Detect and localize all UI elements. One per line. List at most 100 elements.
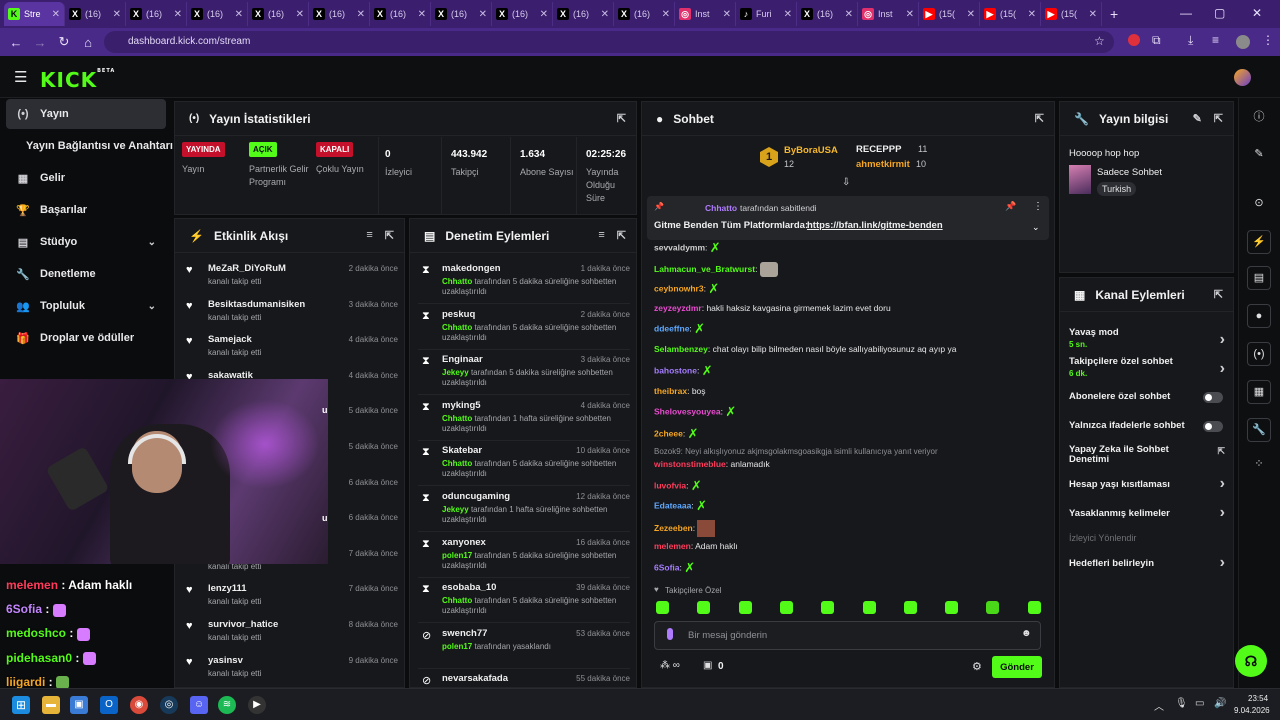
filter-icon[interactable]: ≡ — [366, 229, 372, 242]
chevron-down-icon[interactable]: ⌄ — [148, 301, 156, 312]
reload-icon[interactable]: ↻ — [52, 34, 76, 50]
url-input[interactable]: dashboard.kick.com/stream — [104, 31, 1114, 53]
browser-tab[interactable]: X (16) ✕ — [187, 2, 248, 26]
browser-tab[interactable]: ♪ Furi ✕ — [736, 2, 797, 26]
activity-user[interactable]: yasinsv — [208, 655, 243, 666]
quick-emote-icon[interactable] — [903, 601, 917, 614]
channel-action-row[interactable]: Yalnızca ifadelerle sohbet — [1069, 420, 1225, 432]
chat-username[interactable]: zeyzeyzdmr — [654, 303, 702, 313]
tray-mic-icon[interactable]: 🎙 — [1175, 698, 1188, 709]
send-button[interactable]: Gönder — [992, 656, 1042, 678]
browser-tab[interactable]: ▶ (15(✕ — [980, 2, 1041, 26]
store-icon[interactable]: ▣ — [70, 696, 88, 714]
close-tab-icon[interactable]: ✕ — [52, 9, 60, 20]
channel-action-row[interactable]: Abonelere özel sohbet — [1069, 391, 1225, 403]
sidebar-item[interactable]: 🔧 Denetleme — [6, 259, 166, 289]
pinned-link[interactable]: https://bfan.link/gitme-benden — [807, 220, 943, 231]
toggle-switch[interactable] — [1203, 392, 1223, 403]
moderator-name[interactable]: Chhatto — [442, 596, 472, 605]
chrome-icon[interactable]: ◉ — [130, 696, 148, 714]
close-tab-icon[interactable]: ✕ — [479, 9, 487, 20]
browser-tab[interactable]: K Stre ✕ — [4, 2, 65, 26]
unpin-icon[interactable]: 📌 — [1005, 201, 1016, 212]
new-tab-icon[interactable]: + — [1110, 6, 1118, 22]
info-icon[interactable]: ⓘ — [1247, 106, 1271, 130]
browser-menu-icon[interactable]: ⋮ — [1262, 33, 1274, 47]
media-player-icon[interactable]: ▶ — [248, 696, 266, 714]
puzzle-icon[interactable]: ⧉ — [1152, 33, 1161, 48]
close-tab-icon[interactable]: ✕ — [1028, 9, 1036, 20]
channel-action-row[interactable]: Takipçilere özel sohbet 6 dk. › — [1069, 356, 1225, 378]
close-tab-icon[interactable]: ✕ — [967, 9, 975, 20]
clock-date[interactable]: 9.04.2026 — [1234, 706, 1270, 715]
moderator-name[interactable]: polen17 — [442, 551, 472, 560]
star-icon[interactable]: ☆ — [1094, 34, 1105, 48]
close-tab-icon[interactable]: ✕ — [540, 9, 548, 20]
chat-username[interactable]: 6Sofia — [654, 562, 680, 572]
actions-rail-icon[interactable]: ▦ — [1247, 380, 1271, 404]
quick-emote-icon[interactable] — [697, 601, 711, 614]
chat-username[interactable]: ddeeffne — [654, 323, 689, 333]
moderated-user[interactable]: xanyonex — [442, 537, 486, 548]
windows-start-icon[interactable]: ⊞ — [12, 696, 30, 714]
pencil-icon[interactable]: ✎ — [1247, 143, 1271, 167]
activity-user[interactable]: survivor_hatice — [208, 619, 278, 630]
external-link-icon[interactable]: ⇱ — [1217, 446, 1225, 457]
browser-tab[interactable]: X (16) ✕ — [614, 2, 675, 26]
close-tab-icon[interactable]: ✕ — [845, 9, 853, 20]
sidebar-item[interactable]: (•) Yayın — [6, 99, 166, 129]
browser-tab[interactable]: ◎ Inst ✕ — [858, 2, 919, 26]
chat-username[interactable]: sevvaldymm — [654, 242, 705, 252]
kick-logo[interactable]: KICKBETA — [40, 68, 115, 92]
minimize-icon[interactable]: — — [1180, 6, 1192, 20]
moderated-user[interactable]: swench77 — [442, 628, 487, 639]
chat-username[interactable]: theibrax — [654, 386, 687, 396]
chat-input[interactable]: Bir mesaj gönderin ☻ — [654, 621, 1041, 650]
support-button[interactable]: ☊ — [1235, 645, 1267, 677]
close-tab-icon[interactable]: ✕ — [357, 9, 365, 20]
broadcast-rail-icon[interactable]: (•) — [1247, 342, 1271, 366]
edit-icon[interactable]: ✎ — [1193, 112, 1202, 125]
close-tab-icon[interactable]: ✕ — [418, 9, 426, 20]
quick-emote-icon[interactable] — [656, 601, 669, 614]
chat-rail-icon[interactable]: ● — [1247, 304, 1271, 328]
home-icon[interactable]: ⌂ — [76, 35, 100, 50]
moderated-user[interactable]: nevarsakafada — [442, 673, 508, 684]
browser-tab[interactable]: X (16) ✕ — [370, 2, 431, 26]
moderator-name[interactable]: Chhatto — [442, 414, 472, 423]
quick-emote-icon[interactable] — [986, 601, 1000, 614]
sidebar-item[interactable]: 🎁 Droplar ve ödüller — [6, 323, 166, 353]
pinned-menu-icon[interactable]: ⋮ — [1033, 201, 1043, 212]
chat-username[interactable]: bahostone — [654, 365, 697, 375]
tray-chevron-icon[interactable]: ︿ — [1154, 698, 1164, 713]
moderator-name[interactable]: Jekeyy — [442, 505, 469, 514]
steam-icon[interactable]: ◎ — [160, 696, 178, 714]
moderator-name[interactable]: Jekeyy — [442, 368, 469, 377]
close-tab-icon[interactable]: ✕ — [662, 9, 670, 20]
chat-username[interactable]: Edateaaa — [654, 500, 691, 510]
user-avatar[interactable] — [1234, 69, 1251, 86]
pinned-message[interactable]: 📌 Chhatto tarafından sabitlendi Gitme Be… — [647, 196, 1049, 240]
forward-icon[interactable]: → — [28, 35, 52, 50]
moderator-name[interactable]: Chhatto — [442, 277, 472, 286]
channel-action-row[interactable]: Yapay Zeka ile Sohbet Denetimi ⇱ — [1069, 445, 1225, 465]
toggle-switch[interactable] — [1203, 421, 1223, 432]
filter-icon[interactable]: ≡ — [598, 229, 604, 242]
outlook-icon[interactable]: O — [100, 696, 118, 714]
file-explorer-icon[interactable]: ▬ — [42, 696, 60, 714]
close-window-icon[interactable]: ✕ — [1252, 6, 1262, 20]
browser-tab[interactable]: X (16) ✕ — [492, 2, 553, 26]
chat-username[interactable]: Shelovesyouyea — [654, 406, 721, 416]
leaderboard-expand-icon[interactable]: ⇩ — [842, 177, 850, 188]
dots-rail-icon[interactable]: ⁘ — [1247, 453, 1271, 477]
close-tab-icon[interactable]: ✕ — [601, 9, 609, 20]
chat-username[interactable]: Selambenzey — [654, 344, 708, 354]
channel-action-row[interactable]: Yasaklanmış kelimeler › — [1069, 504, 1225, 521]
chat-username[interactable]: Lahmacun_ve_Bratwurst — [654, 264, 755, 274]
browser-tab[interactable]: X (16) ✕ — [431, 2, 492, 26]
browser-tab[interactable]: X (16) ✕ — [126, 2, 187, 26]
mic-icon[interactable] — [667, 628, 673, 640]
quick-emote-icon[interactable] — [945, 601, 959, 614]
chat-settings-icon[interactable]: ⚙ — [972, 660, 982, 673]
media-icon[interactable]: ≡ — [1212, 33, 1219, 47]
